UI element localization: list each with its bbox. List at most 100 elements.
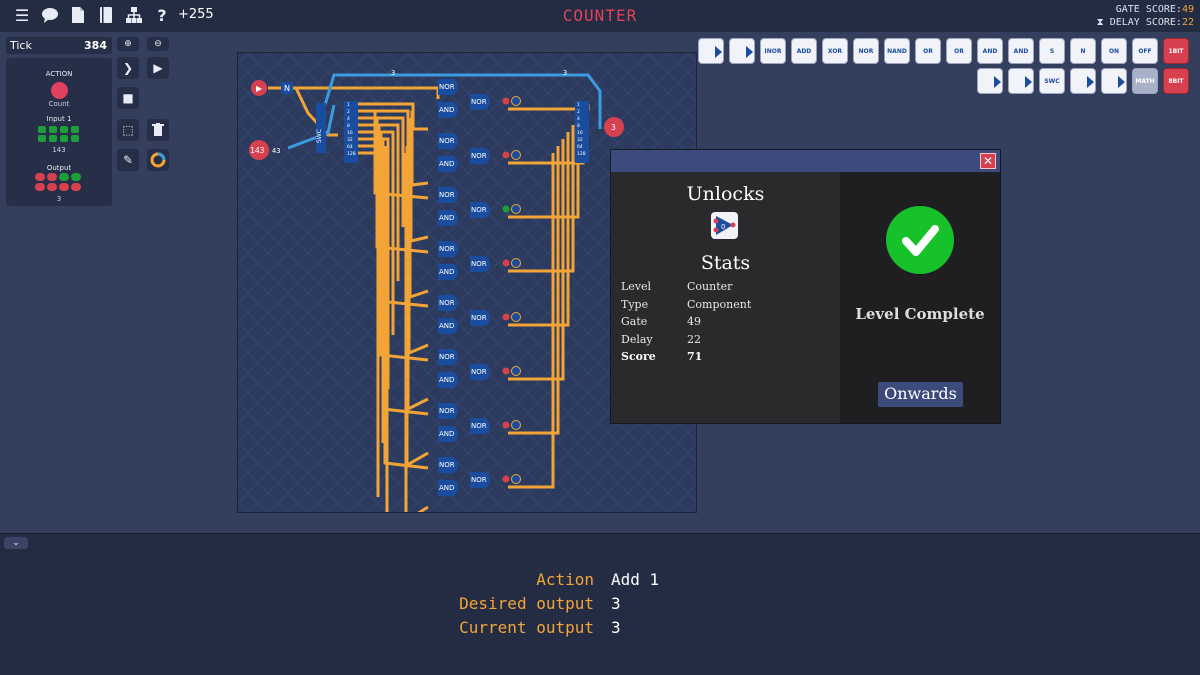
delay-node[interactable] [511, 312, 521, 322]
dialog-titlebar: ✕ [611, 150, 1000, 172]
palette-item-nor[interactable]: NOR [853, 38, 879, 64]
svg-text:AND: AND [439, 484, 454, 492]
nor-gate[interactable]: NOR [470, 94, 490, 110]
select-icon[interactable]: ⬚ [117, 119, 139, 141]
unlock-item-label: 0 [721, 223, 725, 231]
palette-item-or[interactable]: OR [915, 38, 941, 64]
nor-gate[interactable]: NOR [438, 349, 458, 365]
nor-gate[interactable]: NOR [470, 202, 490, 218]
onwards-button[interactable]: Onwards [878, 382, 963, 407]
signal-dot [502, 97, 510, 105]
delay-node[interactable] [511, 150, 521, 160]
nor-gate[interactable]: NOR [470, 364, 490, 380]
palette-item-swc[interactable]: SWC [1039, 68, 1065, 94]
svg-text:NOR: NOR [471, 476, 487, 484]
palette-item-on[interactable]: ON [1101, 38, 1127, 64]
hierarchy-icon[interactable] [124, 6, 144, 26]
and-gate[interactable]: AND [438, 102, 458, 118]
book-icon[interactable] [96, 6, 116, 26]
action-button-icon[interactable] [51, 82, 68, 99]
and-gate[interactable]: AND [438, 156, 458, 172]
input-header: Input 1 [46, 115, 72, 123]
gate-arrow-icon [1087, 76, 1094, 88]
desired-output-value: 3 [611, 594, 621, 613]
palette-item-component-1-1[interactable] [729, 38, 755, 64]
stop-icon[interactable]: ■ [117, 87, 139, 109]
and-gate[interactable]: AND [438, 426, 458, 442]
switch-component[interactable] [316, 103, 326, 153]
help-icon[interactable]: ? [152, 6, 172, 26]
palette-item-or[interactable]: OR [946, 38, 972, 64]
palette-item-math[interactable]: MATH [1132, 68, 1158, 94]
palette-item-8bit[interactable]: 8BIT [1163, 68, 1189, 94]
nor-gate[interactable]: NOR [470, 310, 490, 326]
nor-gate[interactable]: NOR [470, 472, 490, 488]
palette-item-1bit[interactable]: 1BIT [1163, 38, 1189, 64]
play-icon[interactable]: ▶ [147, 57, 169, 79]
nor-gate[interactable]: NOR [470, 418, 490, 434]
output-bits-grid [34, 173, 84, 193]
nor-gate[interactable]: NOR [438, 133, 458, 149]
trash-icon[interactable] [147, 119, 169, 141]
palette-item-inor[interactable]: INOR [760, 38, 786, 64]
gate-arrow-icon [715, 46, 722, 58]
nor-gate[interactable]: NOR [438, 295, 458, 311]
palette-item-s[interactable]: S [1039, 38, 1065, 64]
and-gate[interactable]: AND [438, 318, 458, 334]
palette-item-component-2-0[interactable] [977, 68, 1003, 94]
and-gate[interactable]: AND [438, 264, 458, 280]
unlock-item-icon[interactable]: 0 [711, 212, 738, 239]
nor-gate[interactable]: NOR [438, 241, 458, 257]
menu-icon[interactable]: ☰ [12, 6, 32, 26]
delay-node[interactable] [511, 420, 521, 430]
delay-node[interactable] [511, 258, 521, 268]
and-gate[interactable]: AND [438, 210, 458, 226]
palette-item-and[interactable]: AND [977, 38, 1003, 64]
nor-gate[interactable]: NOR [438, 187, 458, 203]
and-gate[interactable]: AND [438, 480, 458, 496]
color-wheel-icon[interactable] [147, 149, 169, 171]
signal-dot [502, 367, 510, 375]
zoom-in-icon[interactable]: ⊕ [117, 37, 139, 51]
palette-item-component-2-3[interactable] [1070, 68, 1096, 94]
zoom-out-icon[interactable]: ⊖ [147, 37, 169, 51]
chat-icon[interactable] [40, 6, 60, 26]
action-header: ACTION [45, 70, 73, 78]
nor-gate[interactable]: NOR [438, 403, 458, 419]
close-button[interactable]: ✕ [980, 153, 996, 169]
delay-node[interactable] [511, 204, 521, 214]
pencil-icon[interactable]: ✎ [117, 149, 139, 171]
splitter-bit-label: 2 [347, 109, 350, 115]
delay-node[interactable] [511, 474, 521, 484]
nor-gate[interactable]: NOR [470, 148, 490, 164]
collapse-chevron-icon[interactable]: ⌄ [4, 537, 28, 549]
svg-text:NOR: NOR [471, 314, 487, 322]
palette-item-add[interactable]: ADD [791, 38, 817, 64]
step-icon[interactable]: ❯ [117, 57, 139, 79]
splitter-bit-label: 4 [577, 116, 580, 122]
svg-text:NOR: NOR [439, 191, 455, 199]
nor-gate[interactable]: NOR [470, 256, 490, 272]
and-gate[interactable]: AND [438, 372, 458, 388]
palette-item-nand[interactable]: NAND [884, 38, 910, 64]
palette-item-component-1-0[interactable] [698, 38, 724, 64]
stat-type-label: Type [621, 298, 649, 311]
palette-item-n[interactable]: N [1070, 38, 1096, 64]
palette-item-and[interactable]: AND [1008, 38, 1034, 64]
splitter-bit-label: 8 [577, 123, 580, 129]
palette-item-xor[interactable]: XOR [822, 38, 848, 64]
palette-item-component-2-1[interactable] [1008, 68, 1034, 94]
dialog-stats-pane: Unlocks 0 Stats Level Counter Type Compo… [611, 172, 840, 423]
stat-gate-label: Gate [621, 315, 648, 328]
input-bits-grid [38, 126, 80, 144]
palette-item-off[interactable]: OFF [1132, 38, 1158, 64]
palette-item-component-2-4[interactable] [1101, 68, 1127, 94]
splitter-bit-label: 1 [577, 102, 580, 108]
dialog-result-pane: Level Complete Onwards [840, 172, 1000, 423]
nor-gate[interactable]: NOR [438, 457, 458, 473]
svg-text:NOR: NOR [439, 137, 455, 145]
delay-node[interactable] [511, 96, 521, 106]
nor-gate[interactable]: NOR [438, 79, 458, 95]
document-icon[interactable] [68, 6, 88, 26]
delay-node[interactable] [511, 366, 521, 376]
